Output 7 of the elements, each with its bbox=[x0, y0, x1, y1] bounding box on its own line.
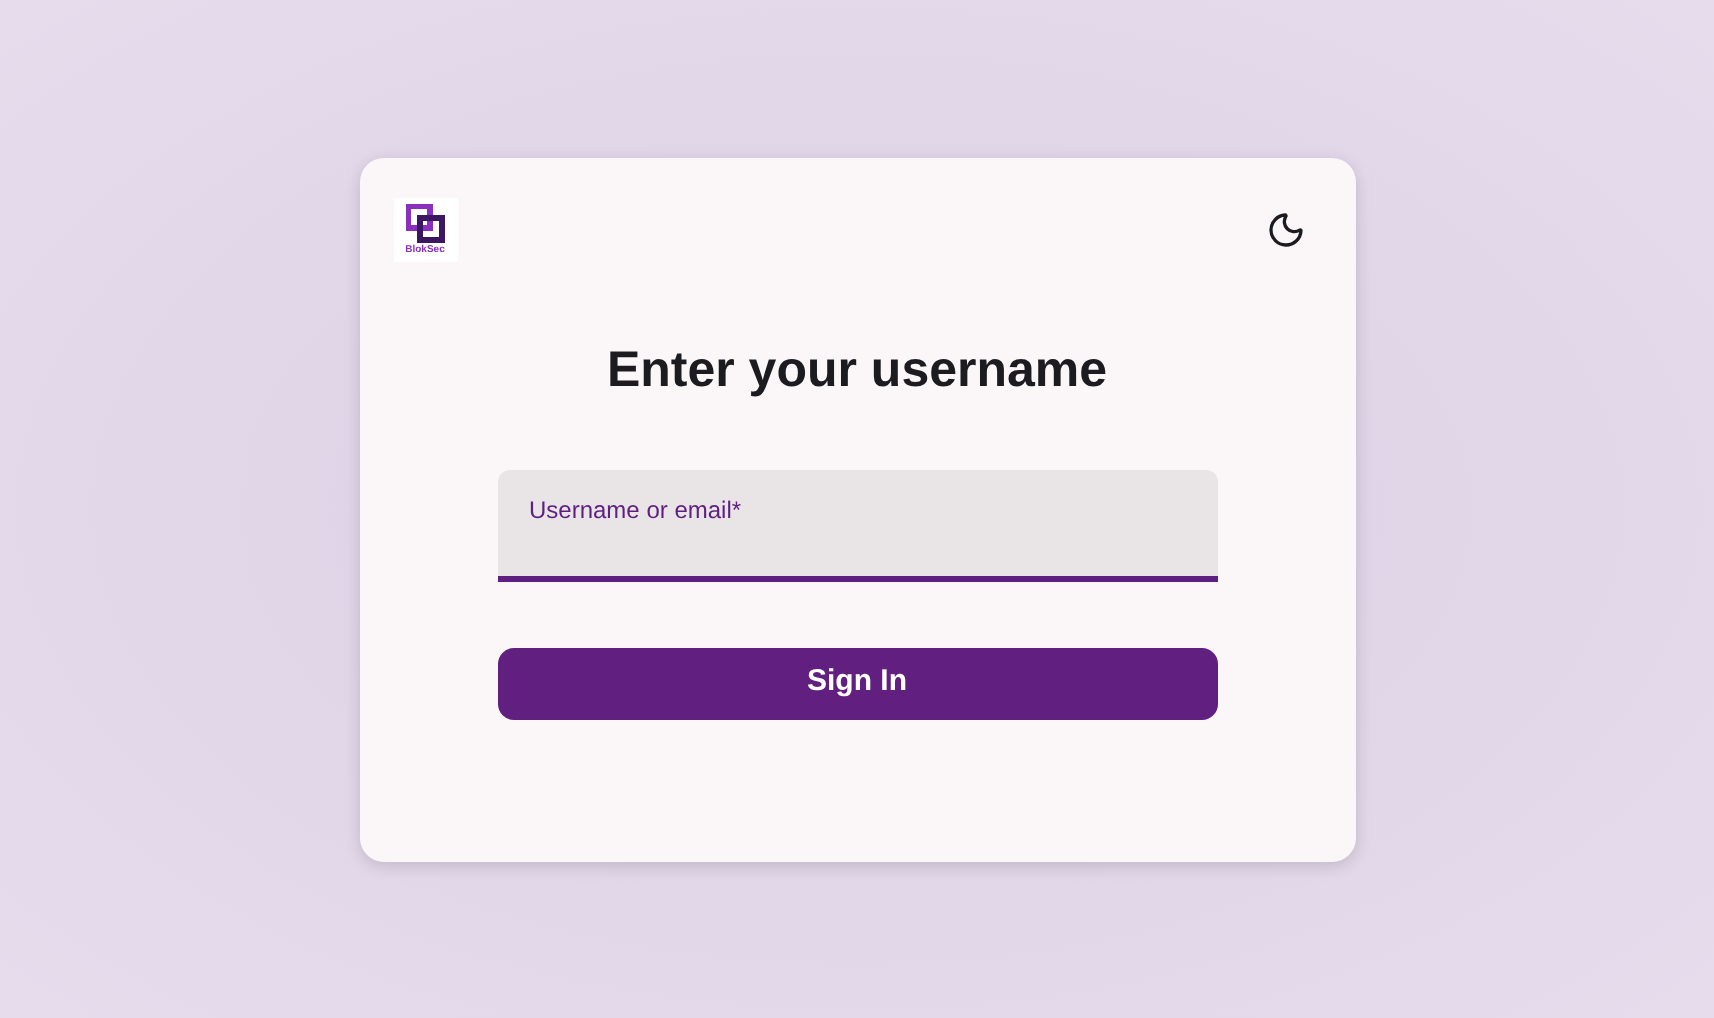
username-label: Username or email* bbox=[529, 495, 742, 523]
username-field[interactable]: Username or email* bbox=[497, 469, 1217, 581]
logo-icon bbox=[405, 203, 445, 243]
moon-icon bbox=[1265, 209, 1305, 249]
dark-mode-toggle[interactable] bbox=[1265, 209, 1305, 249]
sign-in-button[interactable]: Sign In bbox=[497, 647, 1217, 719]
page-title: Enter your username bbox=[604, 339, 1110, 401]
